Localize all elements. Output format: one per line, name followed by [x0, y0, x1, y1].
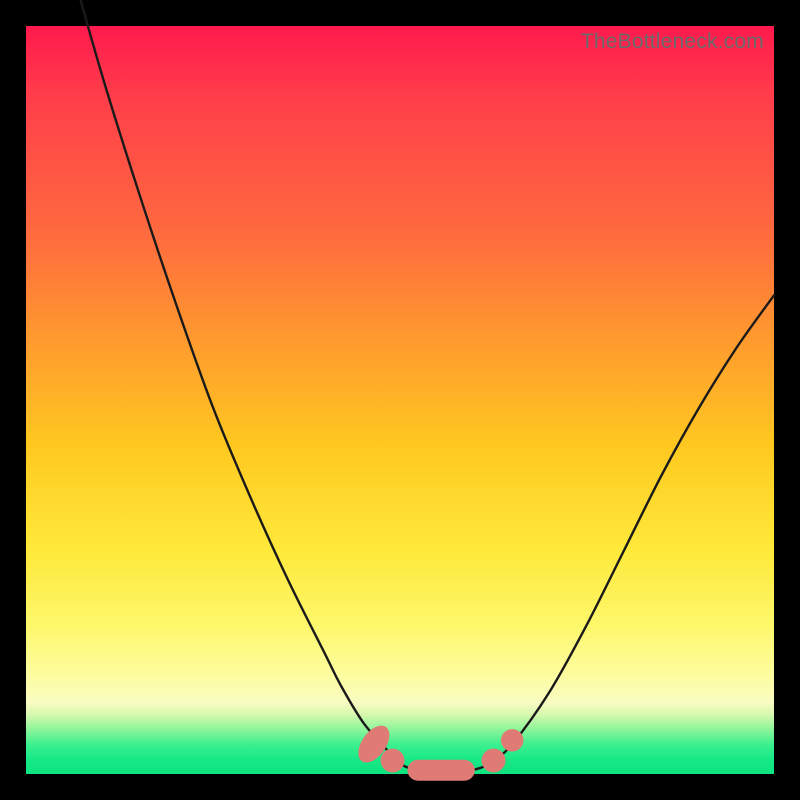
bottleneck-curve [26, 0, 774, 773]
valley-marker [407, 760, 474, 781]
curve-markers [352, 720, 523, 781]
valley-marker [482, 749, 506, 773]
chart-frame: TheBottleneck.com [0, 0, 800, 800]
valley-marker [381, 749, 405, 773]
plot-area: TheBottleneck.com [26, 26, 774, 774]
valley-marker [501, 729, 523, 751]
curve-layer [26, 26, 774, 774]
